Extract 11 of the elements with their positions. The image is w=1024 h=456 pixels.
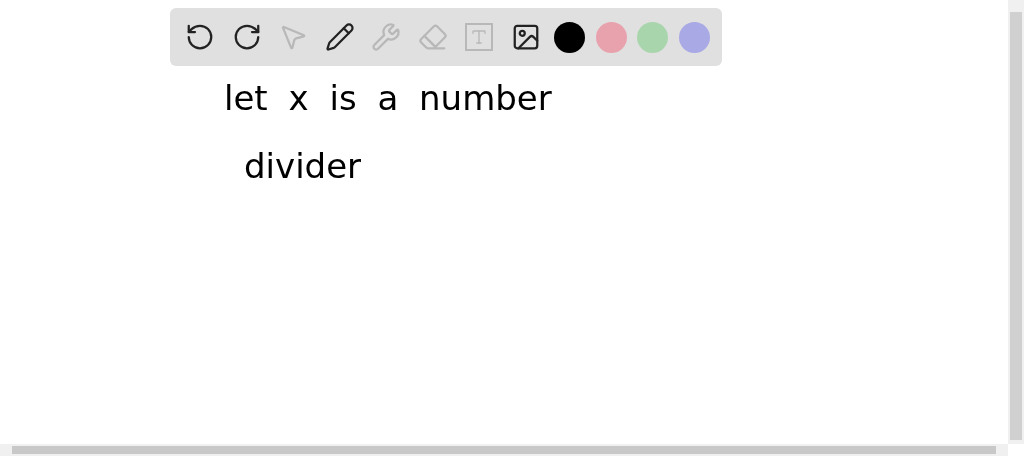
color-swatch[interactable] bbox=[637, 21, 669, 53]
color-swatch[interactable] bbox=[595, 21, 627, 53]
vertical-scrollbar[interactable] bbox=[1008, 0, 1024, 444]
scroll-thumb[interactable] bbox=[12, 446, 996, 454]
text-icon bbox=[465, 23, 494, 51]
color-swatch[interactable] bbox=[678, 21, 710, 53]
handwritten-text: let x is a number bbox=[224, 78, 552, 118]
scroll-thumb[interactable] bbox=[1010, 12, 1022, 440]
handwritten-text: divider bbox=[244, 146, 363, 186]
color-swatch[interactable] bbox=[554, 21, 586, 53]
horizontal-scrollbar[interactable] bbox=[0, 444, 1008, 456]
